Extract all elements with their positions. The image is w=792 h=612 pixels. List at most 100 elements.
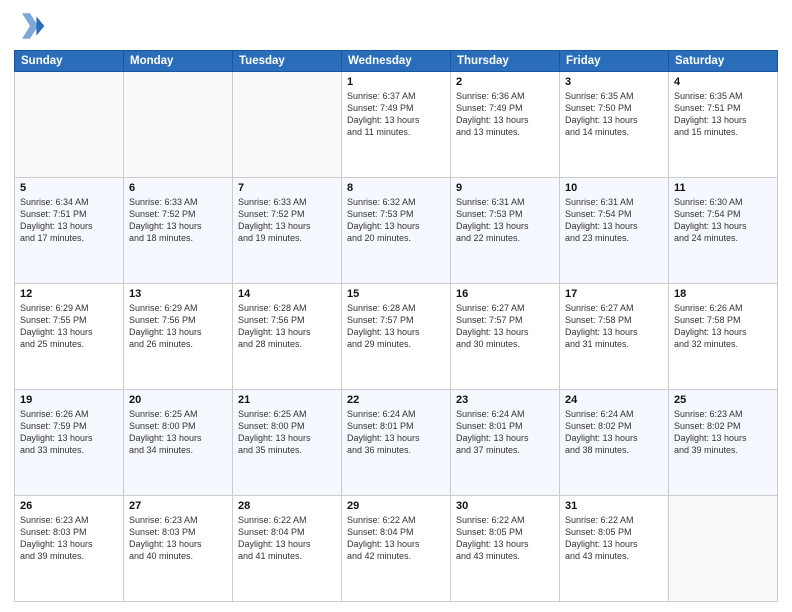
logo bbox=[14, 10, 50, 42]
day-info: Sunrise: 6:27 AM Sunset: 7:58 PM Dayligh… bbox=[565, 302, 663, 351]
day-cell: 3 Sunrise: 6:35 AM Sunset: 7:50 PM Daylig… bbox=[560, 72, 669, 178]
day-number: 2 bbox=[456, 76, 554, 88]
day-cell: 22 Sunrise: 6:24 AM Sunset: 8:01 PM Dayli… bbox=[342, 390, 451, 496]
day-cell: 6 Sunrise: 6:33 AM Sunset: 7:52 PM Daylig… bbox=[124, 178, 233, 284]
day-number: 6 bbox=[129, 182, 227, 194]
day-cell: 31 Sunrise: 6:22 AM Sunset: 8:05 PM Dayli… bbox=[560, 496, 669, 602]
week-row-3: 19 Sunrise: 6:26 AM Sunset: 7:59 PM Dayli… bbox=[15, 390, 778, 496]
day-number: 30 bbox=[456, 500, 554, 512]
day-cell: 10 Sunrise: 6:31 AM Sunset: 7:54 PM Dayli… bbox=[560, 178, 669, 284]
header-cell-thursday: Thursday bbox=[451, 51, 560, 72]
day-number: 10 bbox=[565, 182, 663, 194]
week-row-1: 5Sunrise: 6:34 AM Sunset: 7:51 PM Daylig… bbox=[15, 178, 778, 284]
day-number: 27 bbox=[129, 500, 227, 512]
day-number: 8 bbox=[347, 182, 445, 194]
day-cell: 8 Sunrise: 6:32 AM Sunset: 7:53 PM Daylig… bbox=[342, 178, 451, 284]
day-info: Sunrise: 6:25 AM Sunset: 8:00 PM Dayligh… bbox=[129, 408, 227, 457]
day-number: 31 bbox=[565, 500, 663, 512]
day-cell: 25Sunrise: 6:23 AM Sunset: 8:02 PM Dayli… bbox=[669, 390, 778, 496]
day-number: 7 bbox=[238, 182, 336, 194]
day-cell: 19 Sunrise: 6:26 AM Sunset: 7:59 PM Dayli… bbox=[15, 390, 124, 496]
day-number: 28 bbox=[238, 500, 336, 512]
day-cell: 16 Sunrise: 6:27 AM Sunset: 7:57 PM Dayli… bbox=[451, 284, 560, 390]
day-number: 23 bbox=[456, 394, 554, 406]
day-info: Sunrise: 6:23 AM Sunset: 8:03 PM Dayligh… bbox=[20, 514, 118, 563]
day-info: Sunrise: 6:26 AM Sunset: 7:58 PM Dayligh… bbox=[674, 302, 772, 351]
day-number: 4 bbox=[674, 76, 772, 88]
day-info: Sunrise: 6:27 AM Sunset: 7:57 PM Dayligh… bbox=[456, 302, 554, 351]
day-info: Sunrise: 6:24 AM Sunset: 8:02 PM Dayligh… bbox=[565, 408, 663, 457]
day-cell: 4 Sunrise: 6:35 AM Sunset: 7:51 PM Daylig… bbox=[669, 72, 778, 178]
day-info: Sunrise: 6:33 AM Sunset: 7:52 PM Dayligh… bbox=[238, 196, 336, 245]
day-cell: 2Sunrise: 6:36 AM Sunset: 7:49 PM Daylig… bbox=[451, 72, 560, 178]
day-cell bbox=[669, 496, 778, 602]
day-cell: 28 Sunrise: 6:22 AM Sunset: 8:04 PM Dayli… bbox=[233, 496, 342, 602]
header-cell-friday: Friday bbox=[560, 51, 669, 72]
logo-icon bbox=[14, 10, 46, 42]
day-cell bbox=[15, 72, 124, 178]
day-info: Sunrise: 6:30 AM Sunset: 7:54 PM Dayligh… bbox=[674, 196, 772, 245]
day-info: Sunrise: 6:34 AM Sunset: 7:51 PM Dayligh… bbox=[20, 196, 118, 245]
day-info: Sunrise: 6:28 AM Sunset: 7:57 PM Dayligh… bbox=[347, 302, 445, 351]
week-row-4: 26 Sunrise: 6:23 AM Sunset: 8:03 PM Dayli… bbox=[15, 496, 778, 602]
day-info: Sunrise: 6:22 AM Sunset: 8:04 PM Dayligh… bbox=[238, 514, 336, 563]
day-info: Sunrise: 6:29 AM Sunset: 7:56 PM Dayligh… bbox=[129, 302, 227, 351]
day-number: 20 bbox=[129, 394, 227, 406]
day-info: Sunrise: 6:29 AM Sunset: 7:55 PM Dayligh… bbox=[20, 302, 118, 351]
week-row-0: 1Sunrise: 6:37 AM Sunset: 7:49 PM Daylig… bbox=[15, 72, 778, 178]
day-cell: 5Sunrise: 6:34 AM Sunset: 7:51 PM Daylig… bbox=[15, 178, 124, 284]
calendar-body: 1Sunrise: 6:37 AM Sunset: 7:49 PM Daylig… bbox=[15, 72, 778, 602]
day-info: Sunrise: 6:35 AM Sunset: 7:51 PM Dayligh… bbox=[674, 90, 772, 139]
day-number: 9 bbox=[456, 182, 554, 194]
day-cell: 26 Sunrise: 6:23 AM Sunset: 8:03 PM Dayli… bbox=[15, 496, 124, 602]
day-number: 24 bbox=[565, 394, 663, 406]
day-info: Sunrise: 6:31 AM Sunset: 7:54 PM Dayligh… bbox=[565, 196, 663, 245]
day-info: Sunrise: 6:33 AM Sunset: 7:52 PM Dayligh… bbox=[129, 196, 227, 245]
day-cell: 9 Sunrise: 6:31 AM Sunset: 7:53 PM Daylig… bbox=[451, 178, 560, 284]
day-info: Sunrise: 6:31 AM Sunset: 7:53 PM Dayligh… bbox=[456, 196, 554, 245]
day-number: 21 bbox=[238, 394, 336, 406]
day-number: 16 bbox=[456, 288, 554, 300]
day-number: 29 bbox=[347, 500, 445, 512]
day-cell: 24 Sunrise: 6:24 AM Sunset: 8:02 PM Dayli… bbox=[560, 390, 669, 496]
day-info: Sunrise: 6:26 AM Sunset: 7:59 PM Dayligh… bbox=[20, 408, 118, 457]
day-info: Sunrise: 6:35 AM Sunset: 7:50 PM Dayligh… bbox=[565, 90, 663, 139]
day-number: 18 bbox=[674, 288, 772, 300]
day-info: Sunrise: 6:24 AM Sunset: 8:01 PM Dayligh… bbox=[456, 408, 554, 457]
header-cell-wednesday: Wednesday bbox=[342, 51, 451, 72]
header bbox=[14, 10, 778, 42]
day-info: Sunrise: 6:24 AM Sunset: 8:01 PM Dayligh… bbox=[347, 408, 445, 457]
day-cell: 12 Sunrise: 6:29 AM Sunset: 7:55 PM Dayli… bbox=[15, 284, 124, 390]
header-cell-sunday: Sunday bbox=[15, 51, 124, 72]
day-cell: 21Sunrise: 6:25 AM Sunset: 8:00 PM Dayli… bbox=[233, 390, 342, 496]
day-info: Sunrise: 6:23 AM Sunset: 8:03 PM Dayligh… bbox=[129, 514, 227, 563]
day-cell bbox=[233, 72, 342, 178]
day-info: Sunrise: 6:32 AM Sunset: 7:53 PM Dayligh… bbox=[347, 196, 445, 245]
calendar-header: SundayMondayTuesdayWednesdayThursdayFrid… bbox=[15, 51, 778, 72]
day-number: 12 bbox=[20, 288, 118, 300]
day-info: Sunrise: 6:22 AM Sunset: 8:05 PM Dayligh… bbox=[456, 514, 554, 563]
day-number: 15 bbox=[347, 288, 445, 300]
day-number: 14 bbox=[238, 288, 336, 300]
day-cell bbox=[124, 72, 233, 178]
page: SundayMondayTuesdayWednesdayThursdayFrid… bbox=[0, 0, 792, 612]
week-row-2: 12 Sunrise: 6:29 AM Sunset: 7:55 PM Dayli… bbox=[15, 284, 778, 390]
day-info: Sunrise: 6:22 AM Sunset: 8:05 PM Dayligh… bbox=[565, 514, 663, 563]
day-info: Sunrise: 6:37 AM Sunset: 7:49 PM Dayligh… bbox=[347, 90, 445, 139]
day-info: Sunrise: 6:22 AM Sunset: 8:04 PM Dayligh… bbox=[347, 514, 445, 563]
day-cell: 11Sunrise: 6:30 AM Sunset: 7:54 PM Dayli… bbox=[669, 178, 778, 284]
day-number: 22 bbox=[347, 394, 445, 406]
day-number: 25 bbox=[674, 394, 772, 406]
day-number: 3 bbox=[565, 76, 663, 88]
day-cell: 18 Sunrise: 6:26 AM Sunset: 7:58 PM Dayli… bbox=[669, 284, 778, 390]
day-cell: 23 Sunrise: 6:24 AM Sunset: 8:01 PM Dayli… bbox=[451, 390, 560, 496]
day-cell: 1Sunrise: 6:37 AM Sunset: 7:49 PM Daylig… bbox=[342, 72, 451, 178]
day-number: 19 bbox=[20, 394, 118, 406]
day-cell: 13Sunrise: 6:29 AM Sunset: 7:56 PM Dayli… bbox=[124, 284, 233, 390]
calendar-table: SundayMondayTuesdayWednesdayThursdayFrid… bbox=[14, 50, 778, 602]
header-cell-saturday: Saturday bbox=[669, 51, 778, 72]
day-cell: 14Sunrise: 6:28 AM Sunset: 7:56 PM Dayli… bbox=[233, 284, 342, 390]
day-number: 26 bbox=[20, 500, 118, 512]
header-cell-monday: Monday bbox=[124, 51, 233, 72]
day-cell: 27 Sunrise: 6:23 AM Sunset: 8:03 PM Dayli… bbox=[124, 496, 233, 602]
